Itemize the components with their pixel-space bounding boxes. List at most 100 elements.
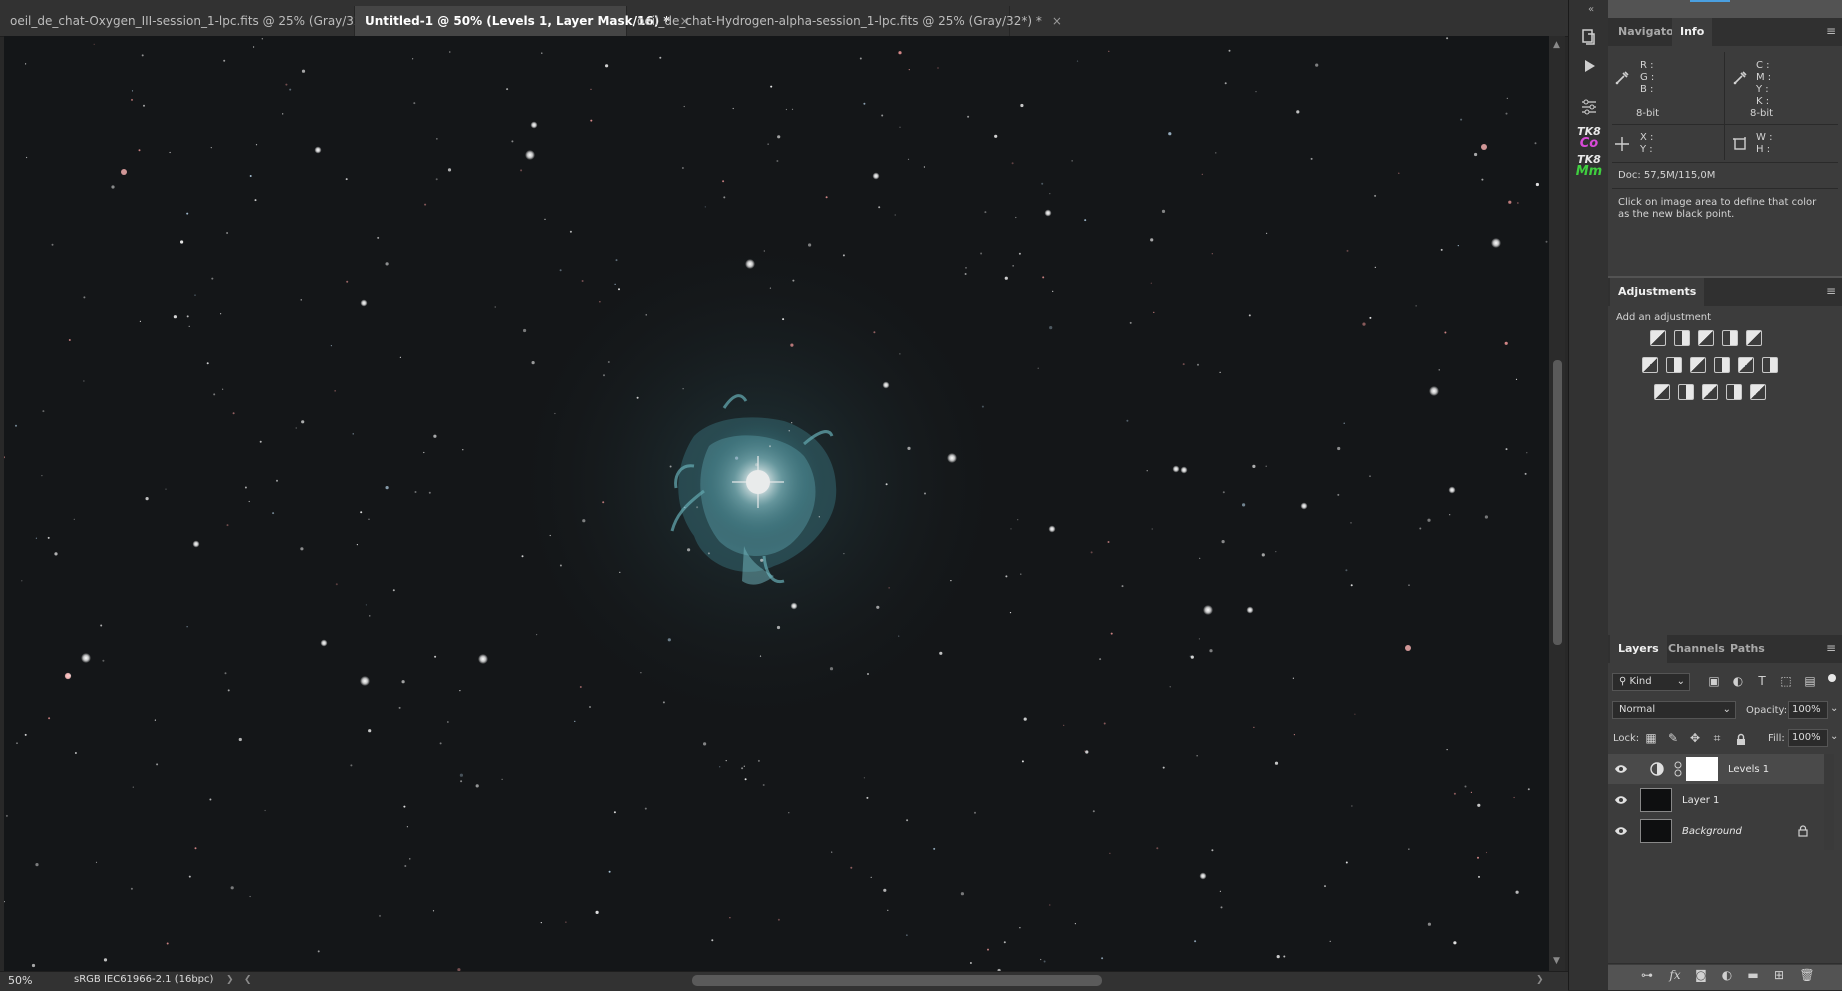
tab-oxygen-iii[interactable]: oeil_de_chat-Oxygen_III-session_1-lpc.fi… <box>0 6 402 36</box>
history-icon[interactable] <box>1576 28 1602 50</box>
adjustment-layer-icon <box>1650 762 1664 779</box>
layer-name[interactable]: Layer 1 <box>1682 795 1719 806</box>
close-icon[interactable]: × <box>1052 14 1062 28</box>
new-adjustment-icon[interactable]: ◐ <box>1718 968 1736 982</box>
star <box>449 51 451 53</box>
lock-artboard-icon[interactable]: ⌗ <box>1710 731 1724 746</box>
threshold-icon[interactable] <box>1702 384 1718 400</box>
tab-paths[interactable]: Paths <box>1722 635 1773 663</box>
adjustments-panel <box>1608 306 1842 636</box>
layers-scrollbar[interactable] <box>1824 754 1834 850</box>
opacity-field[interactable]: 100% <box>1788 701 1828 719</box>
curves-icon[interactable] <box>1698 330 1714 346</box>
star <box>906 934 908 936</box>
star <box>227 689 230 692</box>
star <box>398 706 401 709</box>
exposure-icon[interactable] <box>1722 330 1738 346</box>
visibility-eye-icon[interactable] <box>1614 795 1628 805</box>
channel-mixer-icon[interactable] <box>1738 357 1754 373</box>
doc-size: Doc: 57,5M/115,0M <box>1618 170 1716 181</box>
color-lookup-icon[interactable] <box>1762 357 1778 373</box>
star <box>24 733 27 736</box>
new-group-icon[interactable]: ▬ <box>1744 968 1762 982</box>
properties-sliders-icon[interactable] <box>1576 98 1602 120</box>
tab-adjustments[interactable]: Adjustments <box>1610 278 1705 306</box>
layer-mask-thumbnail[interactable] <box>1686 757 1718 781</box>
star <box>138 149 141 152</box>
hue-saturation-icon[interactable] <box>1642 357 1658 373</box>
tab-info[interactable]: Info <box>1672 18 1713 46</box>
lock-position-icon[interactable]: ✥ <box>1688 731 1702 745</box>
filter-pixel-icon[interactable]: ▣ <box>1706 674 1722 688</box>
vibrance-icon[interactable] <box>1746 330 1762 346</box>
layer-name[interactable]: Levels 1 <box>1728 764 1769 775</box>
fx-icon[interactable]: fx <box>1666 968 1684 982</box>
gradient-map-icon[interactable] <box>1750 384 1766 400</box>
link-layers-icon[interactable]: ⊶ <box>1638 968 1656 982</box>
filter-adjustment-icon[interactable]: ◐ <box>1730 674 1746 688</box>
star <box>744 778 747 781</box>
scroll-up-icon[interactable]: ▲ <box>1553 40 1560 50</box>
star <box>1018 252 1021 255</box>
status-menu-chevron-icon[interactable]: ❯ <box>226 975 234 985</box>
star <box>767 143 769 145</box>
horizontal-scroll-thumb[interactable] <box>692 975 1102 986</box>
mask-link-icon[interactable] <box>1674 761 1682 780</box>
tab-untitled-1[interactable]: Untitled-1 @ 50% (Levels 1, Layer Mask/1… <box>355 6 690 36</box>
photo-filter-icon[interactable] <box>1714 357 1730 373</box>
collapse-panel-icon[interactable]: « <box>1588 4 1594 15</box>
scroll-left-icon[interactable]: ❮ <box>244 975 252 985</box>
filter-shape-icon[interactable]: ⬚ <box>1778 674 1794 688</box>
blend-mode-select[interactable]: Normal ⌄ <box>1612 701 1736 719</box>
crosshair-icon <box>1614 136 1630 155</box>
brightness-contrast-icon[interactable] <box>1650 330 1666 346</box>
filter-toggle-icon[interactable] <box>1828 674 1836 682</box>
selective-color-icon[interactable] <box>1726 384 1742 400</box>
tab-hydrogen-alpha[interactable]: oeil_de_chat-Hydrogen-alpha-session_1-lp… <box>627 6 1062 36</box>
star <box>1329 940 1331 943</box>
tab-layers[interactable]: Layers <box>1610 635 1667 663</box>
levels-icon[interactable] <box>1674 330 1690 346</box>
lock-transparent-icon[interactable]: ▦ <box>1644 731 1658 745</box>
vertical-scroll-thumb[interactable] <box>1553 360 1562 645</box>
filter-smart-object-icon[interactable]: ▤ <box>1802 674 1818 688</box>
delete-layer-icon[interactable]: 🗑 <box>1798 968 1816 982</box>
new-layer-icon[interactable]: ⊞ <box>1770 968 1788 982</box>
layer-name[interactable]: Background <box>1682 826 1742 837</box>
layer-filter-select[interactable]: ⚲ Kind ⌄ <box>1612 673 1690 691</box>
tk8-mm-panel-button[interactable]: TK8 Mm <box>1573 154 1605 179</box>
filter-type-icon[interactable]: T <box>1754 674 1770 688</box>
tk8-co-panel-button[interactable]: TK8 Co <box>1573 126 1605 151</box>
black-white-icon[interactable] <box>1690 357 1706 373</box>
visibility-eye-icon[interactable] <box>1614 764 1628 774</box>
panel-menu-icon[interactable]: ≡ <box>1826 24 1836 38</box>
document-tab-bar: oeil_de_chat-Oxygen_III-session_1-lpc.fi… <box>0 0 1568 37</box>
star <box>1044 209 1052 217</box>
opacity-chevron-icon[interactable]: ⌄ <box>1830 703 1838 714</box>
fill-chevron-icon[interactable]: ⌄ <box>1830 731 1838 742</box>
scroll-right-icon[interactable]: ❯ <box>1536 975 1544 985</box>
lock-all-icon[interactable] <box>1735 733 1747 749</box>
color-balance-icon[interactable] <box>1666 357 1682 373</box>
star <box>1457 245 1459 247</box>
scroll-down-icon[interactable]: ▼ <box>1553 956 1560 966</box>
panel-menu-icon[interactable]: ≡ <box>1826 641 1836 655</box>
image-canvas[interactable] <box>4 36 1549 971</box>
star <box>1374 266 1376 268</box>
star <box>1215 152 1217 154</box>
invert-icon[interactable] <box>1654 384 1670 400</box>
color-profile: sRGB IEC61966-2.1 (16bpc) <box>74 974 214 985</box>
panel-menu-icon[interactable]: ≡ <box>1826 284 1836 298</box>
star <box>314 146 322 154</box>
star <box>1020 573 1022 575</box>
star <box>143 104 145 107</box>
actions-play-icon[interactable] <box>1576 58 1602 80</box>
lock-image-brush-icon[interactable]: ✎ <box>1666 731 1680 745</box>
visibility-eye-icon[interactable] <box>1614 826 1628 836</box>
add-mask-icon[interactable]: ◙ <box>1692 968 1710 982</box>
star <box>435 178 438 181</box>
posterize-icon[interactable] <box>1678 384 1694 400</box>
star <box>1121 585 1124 588</box>
fill-field[interactable]: 100% <box>1788 729 1828 747</box>
zoom-level[interactable]: 50% <box>8 974 58 988</box>
